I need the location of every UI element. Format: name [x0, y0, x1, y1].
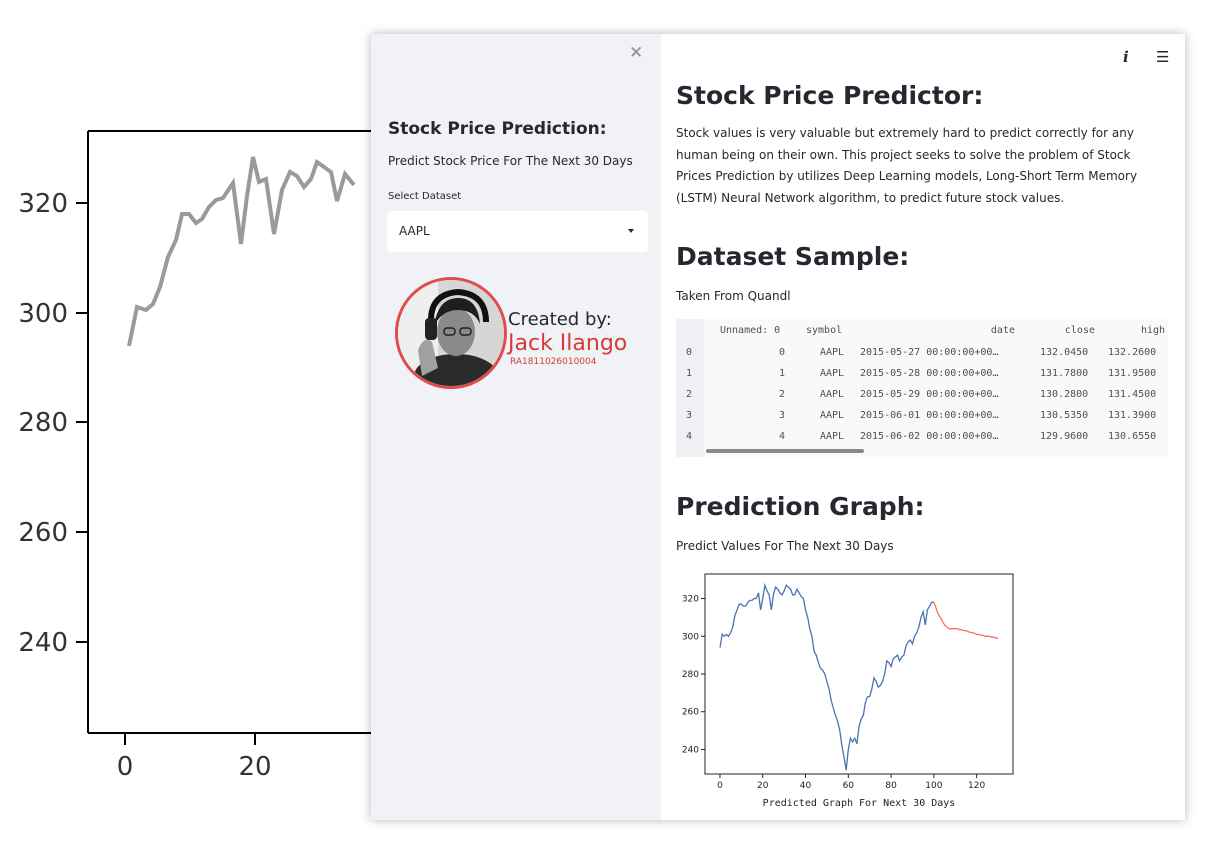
bg-y-tick: 320 [18, 189, 68, 219]
row-index: 3 [686, 410, 693, 421]
x-tick-label: 40 [800, 781, 812, 791]
plot-area [704, 573, 1014, 775]
y-tick-label: 280 [682, 670, 699, 680]
select-dataset-label: Select Dataset [388, 191, 462, 202]
table-header: close [1064, 325, 1095, 336]
table-cell: 4 [779, 431, 786, 442]
table-header: date [990, 325, 1015, 336]
row-index: 0 [686, 347, 693, 358]
table-cell: AAPL [820, 347, 845, 358]
y-tick-label: 300 [682, 632, 699, 642]
streamlit-app-window: ✕ Stock Price Prediction: Predict Stock … [371, 34, 1185, 820]
table-cell: 132.0450 [1040, 347, 1089, 358]
table-cell: 2015-05-27 00:00:00+00… [860, 347, 999, 358]
dataset-caption: Taken From Quandl [676, 289, 791, 303]
x-tick-label: 100 [925, 781, 942, 791]
table-cell: 129.9600 [1040, 431, 1089, 442]
table-cell: 3 [779, 410, 786, 421]
table-cell: 1 [779, 368, 786, 379]
table-cell: 0 [779, 347, 786, 358]
prediction-caption: Predict Values For The Next 30 Days [676, 539, 894, 553]
table-horizontal-scrollbar[interactable] [706, 449, 864, 453]
x-tick-label: 60 [843, 781, 855, 791]
bg-price-line [127, 156, 356, 347]
table-cell: 131.7800 [1040, 368, 1089, 379]
table-cell: 2015-05-29 00:00:00+00… [860, 389, 999, 400]
y-tick-label: 260 [682, 708, 699, 718]
table-cell: 131.3900 [1108, 410, 1157, 421]
sidebar-subtitle: Predict Stock Price For The Next 30 Days [388, 154, 633, 168]
y-tick-label: 320 [682, 595, 699, 605]
table-cell: 2015-06-01 00:00:00+00… [860, 410, 999, 421]
hamburger-menu-icon[interactable]: ☰ [1156, 48, 1169, 66]
table-cell: 2 [779, 389, 786, 400]
table-cell: AAPL [820, 368, 845, 379]
table-cell: 132.2600 [1108, 347, 1157, 358]
bg-y-tick: 240 [18, 628, 68, 658]
dataset-table[interactable]: Unnamed: 0 symbol date close high 0 0 AA… [676, 319, 1168, 457]
sidebar: ✕ Stock Price Prediction: Predict Stock … [371, 34, 661, 820]
row-index: 4 [686, 431, 693, 442]
x-tick-label: 120 [968, 781, 985, 791]
table-header: Unnamed: 0 [720, 325, 781, 336]
page-title: Stock Price Predictor: [676, 81, 984, 110]
table-cell: AAPL [820, 410, 845, 421]
y-tick-label: 240 [682, 745, 699, 755]
creator-name: Jack Ilango [508, 331, 628, 356]
bg-y-tick: 300 [18, 299, 68, 329]
bg-x-tick: 20 [238, 752, 271, 782]
chevron-down-icon [628, 229, 634, 233]
x-axis-label: Predicted Graph For Next 30 Days [763, 798, 956, 809]
bg-x-tick: 0 [117, 752, 134, 782]
table-cell: 131.4500 [1108, 389, 1157, 400]
table-header: symbol [806, 325, 843, 336]
x-tick-label: 80 [885, 781, 897, 791]
project-description: Stock values is very valuable but extrem… [676, 126, 1138, 205]
x-tick-label: 20 [757, 781, 769, 791]
close-icon[interactable]: ✕ [629, 45, 643, 62]
bg-y-tick: 260 [18, 518, 68, 548]
table-header: high [1141, 325, 1166, 336]
table-cell: 2015-06-02 00:00:00+00… [860, 431, 999, 442]
table-cell: 131.9500 [1108, 368, 1157, 379]
creator-photo-icon [398, 280, 504, 386]
table-cell: 2015-05-28 00:00:00+00… [860, 368, 999, 379]
avatar [395, 277, 507, 389]
row-index: 1 [686, 368, 693, 379]
dataset-select[interactable]: AAPL [387, 211, 648, 252]
table-cell: AAPL [820, 431, 845, 442]
table-cell: 130.2800 [1040, 389, 1089, 400]
table-cell: 130.6550 [1108, 431, 1157, 442]
dataset-select-value: AAPL [399, 224, 430, 238]
main-content: i ☰ Stock Price Predictor: Stock values … [661, 34, 1185, 820]
table-cell: AAPL [820, 389, 845, 400]
sidebar-title: Stock Price Prediction: [388, 119, 607, 139]
created-by-label: Created by: [508, 309, 612, 330]
x-tick-label: 0 [717, 781, 723, 791]
info-icon[interactable]: i [1123, 48, 1129, 66]
bg-y-tick: 280 [18, 408, 68, 438]
prediction-heading: Prediction Graph: [676, 492, 925, 521]
dataset-heading: Dataset Sample: [676, 242, 910, 271]
row-index: 2 [686, 389, 693, 400]
prediction-chart: 0 20 40 60 80 100 120 240 260 280 300 320 Predicted … [682, 573, 1014, 809]
background-chart: 320 300 280 260 240 0 20 [18, 130, 371, 782]
creator-id: RA1811026010004 [510, 357, 597, 367]
table-cell: 130.5350 [1040, 410, 1089, 421]
